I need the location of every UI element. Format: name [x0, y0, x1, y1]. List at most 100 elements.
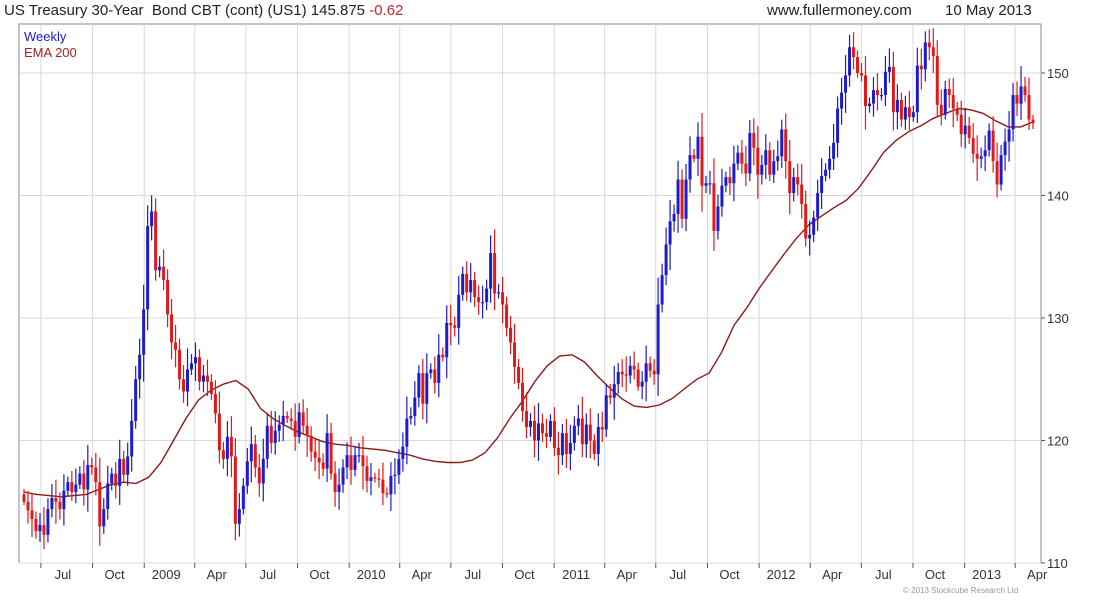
- candle-body: [1015, 95, 1019, 104]
- candle-body: [848, 47, 852, 76]
- candle-body: [935, 55, 939, 105]
- candle-body: [453, 325, 457, 328]
- candle-body: [357, 455, 361, 457]
- candle-body: [824, 169, 828, 176]
- candle-body: [548, 420, 552, 437]
- candle-body: [126, 456, 130, 475]
- candle-body: [899, 99, 903, 120]
- candle-body: [34, 518, 38, 532]
- candle-body: [700, 136, 704, 186]
- candle-body: [469, 280, 473, 293]
- candle-body: [999, 155, 1003, 185]
- x-tick-label: Jul: [465, 567, 482, 582]
- candle-body: [584, 424, 588, 445]
- candle-body: [465, 273, 469, 293]
- candle-body: [130, 420, 134, 457]
- candle-body: [497, 292, 501, 294]
- y-tick-label: 130: [1047, 311, 1069, 326]
- candle-body: [257, 467, 261, 484]
- candle-body: [445, 322, 449, 358]
- candle-body: [1011, 95, 1015, 130]
- candle-body: [477, 297, 481, 303]
- x-tick-label: 2010: [357, 567, 386, 582]
- candle-body: [225, 436, 229, 459]
- candle-body: [138, 354, 142, 380]
- y-axis: 110 120 130 140 150: [1041, 66, 1069, 571]
- x-tick-label: 2013: [972, 567, 1001, 582]
- candle-body: [186, 369, 190, 392]
- candle-body: [620, 371, 624, 375]
- candle-body: [816, 193, 820, 218]
- candle-body: [333, 473, 337, 492]
- candle-body: [636, 369, 640, 387]
- candle-body: [345, 455, 349, 468]
- candle-body: [915, 65, 919, 113]
- candle-body: [501, 292, 505, 305]
- candle-body: [361, 455, 365, 467]
- candle-body: [716, 206, 720, 232]
- candle-body: [708, 183, 712, 185]
- candle-body: [353, 455, 357, 470]
- candle-body: [624, 374, 628, 376]
- candle-body: [349, 455, 353, 470]
- candle-body: [572, 425, 576, 443]
- x-tick-label: Apr: [1027, 567, 1048, 582]
- candle-body: [54, 498, 58, 502]
- candle-body: [110, 473, 114, 484]
- candle-body: [249, 444, 253, 462]
- x-tick-label: Oct: [309, 567, 330, 582]
- candle-body: [317, 457, 321, 463]
- candle-body: [166, 280, 170, 315]
- candle-body: [971, 137, 975, 154]
- candle-body: [760, 164, 764, 175]
- candle-body: [461, 273, 465, 295]
- candle-body: [536, 423, 540, 441]
- candle-body: [273, 430, 277, 443]
- candle-body: [425, 373, 429, 404]
- candle-body: [532, 420, 536, 441]
- candle-body: [923, 42, 927, 70]
- candle-body: [596, 427, 600, 454]
- candle-body: [90, 465, 94, 468]
- candle-body: [780, 129, 784, 157]
- candle-body: [728, 177, 732, 184]
- candle-body: [158, 266, 162, 271]
- candle-body: [616, 371, 620, 385]
- candle-body: [489, 253, 493, 289]
- candle-body: [397, 458, 401, 475]
- candle-body: [285, 416, 289, 419]
- candle-body: [78, 473, 82, 485]
- x-tick-label: Oct: [925, 567, 946, 582]
- candle-body: [544, 433, 548, 437]
- candle-body: [393, 474, 397, 477]
- candle-body: [959, 114, 963, 135]
- candle-body: [879, 95, 883, 97]
- candle-body: [82, 473, 86, 490]
- candle-body: [644, 363, 648, 382]
- candle-body: [800, 184, 804, 205]
- candle-body: [588, 424, 592, 441]
- candle-body: [704, 183, 708, 186]
- candle-body: [871, 90, 875, 104]
- candle-body: [114, 473, 118, 486]
- candle-body: [608, 395, 612, 398]
- candle-body: [844, 75, 848, 93]
- candle-body: [947, 88, 951, 96]
- candle-body: [856, 57, 860, 73]
- candle-body: [417, 373, 421, 398]
- candle-body: [182, 379, 186, 392]
- candle-body: [102, 509, 106, 527]
- candle-body: [381, 479, 385, 494]
- candle-body: [975, 153, 979, 159]
- candle-body: [433, 369, 437, 383]
- candle-body: [86, 465, 90, 490]
- candle-body: [648, 363, 652, 371]
- candle-body: [744, 163, 748, 174]
- candle-body: [94, 467, 98, 483]
- candle-body: [313, 451, 317, 458]
- candle-body: [449, 322, 453, 326]
- candle-body: [756, 147, 760, 175]
- candle-body: [413, 397, 417, 416]
- x-tick-label: Jul: [55, 567, 72, 582]
- candle-body: [309, 435, 313, 452]
